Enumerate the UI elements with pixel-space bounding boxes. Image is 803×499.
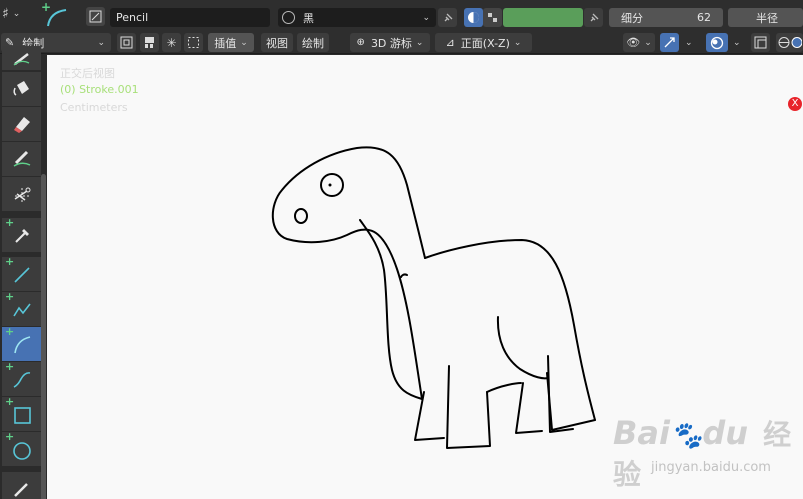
- shading-wireframe-icon[interactable]: [776, 33, 803, 52]
- circle-tool[interactable]: +: [2, 430, 41, 466]
- multiframe-icon[interactable]: [117, 33, 136, 52]
- radius-label: 半径: [756, 11, 778, 25]
- cursor-placement-label: 3D 游标: [370, 36, 412, 50]
- eye-icon: 👁: [626, 36, 641, 49]
- visibility-menu[interactable]: 👁 ⌄: [623, 33, 655, 52]
- plane-icon: ⊿: [445, 36, 455, 49]
- arc-tool[interactable]: +: [2, 325, 41, 361]
- grease-pencil-icon: ♯: [2, 6, 9, 22]
- plus-icon: +: [5, 325, 15, 338]
- subdivision-value: 62: [697, 11, 711, 24]
- chevron-down-icon: ⌄: [513, 37, 522, 48]
- chevron-down-icon: ⌄: [415, 37, 424, 48]
- color-select[interactable]: 黑 ⌄: [278, 8, 436, 27]
- chevron-down-icon: ⌄: [240, 37, 248, 48]
- pin-icon[interactable]: [438, 8, 457, 27]
- chevron-down-icon: ⌄: [97, 37, 105, 48]
- annotate-icon: [13, 483, 28, 497]
- color-name: 黑: [303, 11, 314, 25]
- chevron-down-icon[interactable]: ⌄: [681, 35, 693, 48]
- radius-slider[interactable]: 半径: [728, 8, 803, 27]
- view-menu-label: 视图: [266, 36, 288, 50]
- paw-icon: 🐾: [669, 421, 703, 451]
- scissors-icon: [14, 187, 30, 203]
- plus-icon: +: [5, 360, 15, 373]
- editor-type-menu[interactable]: ♯ ⌄: [2, 6, 20, 22]
- chevron-down-icon: ⌄: [644, 37, 652, 48]
- vertex-color-icon[interactable]: [483, 8, 502, 27]
- draw-tool[interactable]: [2, 46, 41, 70]
- plus-icon: +: [5, 255, 15, 268]
- tool-settings-bar: ✎ 绘制 ⌄ ✳ 插值 ⌄ 视图 绘制 ⊕ 3D 游标 ⌄ ⊿ 正面(X-Z) …: [0, 32, 803, 54]
- watermark-brand-main: Bai: [613, 414, 670, 452]
- plus-icon: +: [5, 290, 15, 303]
- cursor-placement-select[interactable]: ⊕ 3D 游标 ⌄: [350, 33, 430, 52]
- annotate-tool[interactable]: [2, 472, 41, 499]
- dashed-box-icon[interactable]: [184, 33, 203, 52]
- snow-icon[interactable]: ✳: [162, 33, 181, 52]
- draw-menu[interactable]: 绘制: [297, 33, 329, 52]
- box-tool[interactable]: +: [2, 395, 41, 431]
- cursor-icon: ⊕: [356, 37, 365, 48]
- material-icon[interactable]: [86, 7, 105, 26]
- baidu-watermark: Bai🐾du 经验: [613, 413, 803, 493]
- erase-tool[interactable]: [2, 107, 41, 141]
- pencil-icon: [13, 53, 29, 66]
- chevron-down-icon[interactable]: ⌄: [729, 35, 741, 48]
- interpolate-menu[interactable]: 插值 ⌄: [208, 33, 254, 52]
- plus-icon: +: [5, 430, 15, 443]
- interpolate-label: 插值: [214, 36, 237, 50]
- eyedropper-tool[interactable]: +: [2, 216, 41, 252]
- drawing-plane-label: 正面(X-Z): [460, 36, 510, 50]
- cutter-tool[interactable]: [2, 177, 41, 211]
- tool-shelf: + + + + + + +: [0, 46, 46, 499]
- plus-icon: +: [5, 395, 15, 408]
- chevron-down-icon: ⌄: [12, 9, 21, 19]
- subdivision-slider[interactable]: 细分 62: [609, 8, 723, 27]
- polyline-tool[interactable]: +: [2, 290, 41, 326]
- draw-menu-label: 绘制: [302, 36, 324, 50]
- watermark-url: jingyan.baidu.com: [651, 460, 771, 475]
- brush-icon: [13, 150, 30, 167]
- xray-icon[interactable]: [751, 33, 770, 52]
- material-name-field[interactable]: Pencil: [110, 8, 270, 27]
- curve-tool[interactable]: +: [2, 360, 41, 396]
- overlay-icon[interactable]: [706, 33, 728, 52]
- material-name: Pencil: [116, 11, 149, 24]
- subdivision-label: 细分: [621, 11, 643, 25]
- plus-icon: +: [5, 216, 15, 229]
- arc-tool-indicator-icon: +: [40, 0, 72, 30]
- tint-tool[interactable]: [2, 142, 41, 176]
- gizmo-icon[interactable]: [660, 33, 679, 52]
- toolbar-scrollbar[interactable]: [41, 174, 46, 499]
- color-mode-icon[interactable]: [464, 8, 483, 27]
- fill-tool[interactable]: [2, 72, 41, 106]
- view-menu[interactable]: 视图: [261, 33, 293, 52]
- color-circle-icon: [282, 11, 295, 24]
- bucket-icon: [12, 81, 29, 96]
- line-tool[interactable]: +: [2, 255, 41, 291]
- layer-icon[interactable]: [140, 33, 159, 52]
- pin-icon[interactable]: [584, 8, 603, 27]
- drawing-plane-select[interactable]: ⊿ 正面(X-Z) ⌄: [435, 33, 532, 52]
- color-swatch[interactable]: [503, 8, 583, 27]
- watermark-brand-mid: du: [702, 414, 749, 452]
- chevron-down-icon: ⌄: [422, 12, 430, 23]
- eraser-icon: [13, 117, 30, 133]
- top-header: ♯ ⌄ + Pencil 黑 ⌄ 细分 62 半径: [0, 0, 803, 32]
- 3d-viewport[interactable]: 正交后视图 (0) Stroke.001 Centimeters X Bai🐾d…: [47, 55, 803, 499]
